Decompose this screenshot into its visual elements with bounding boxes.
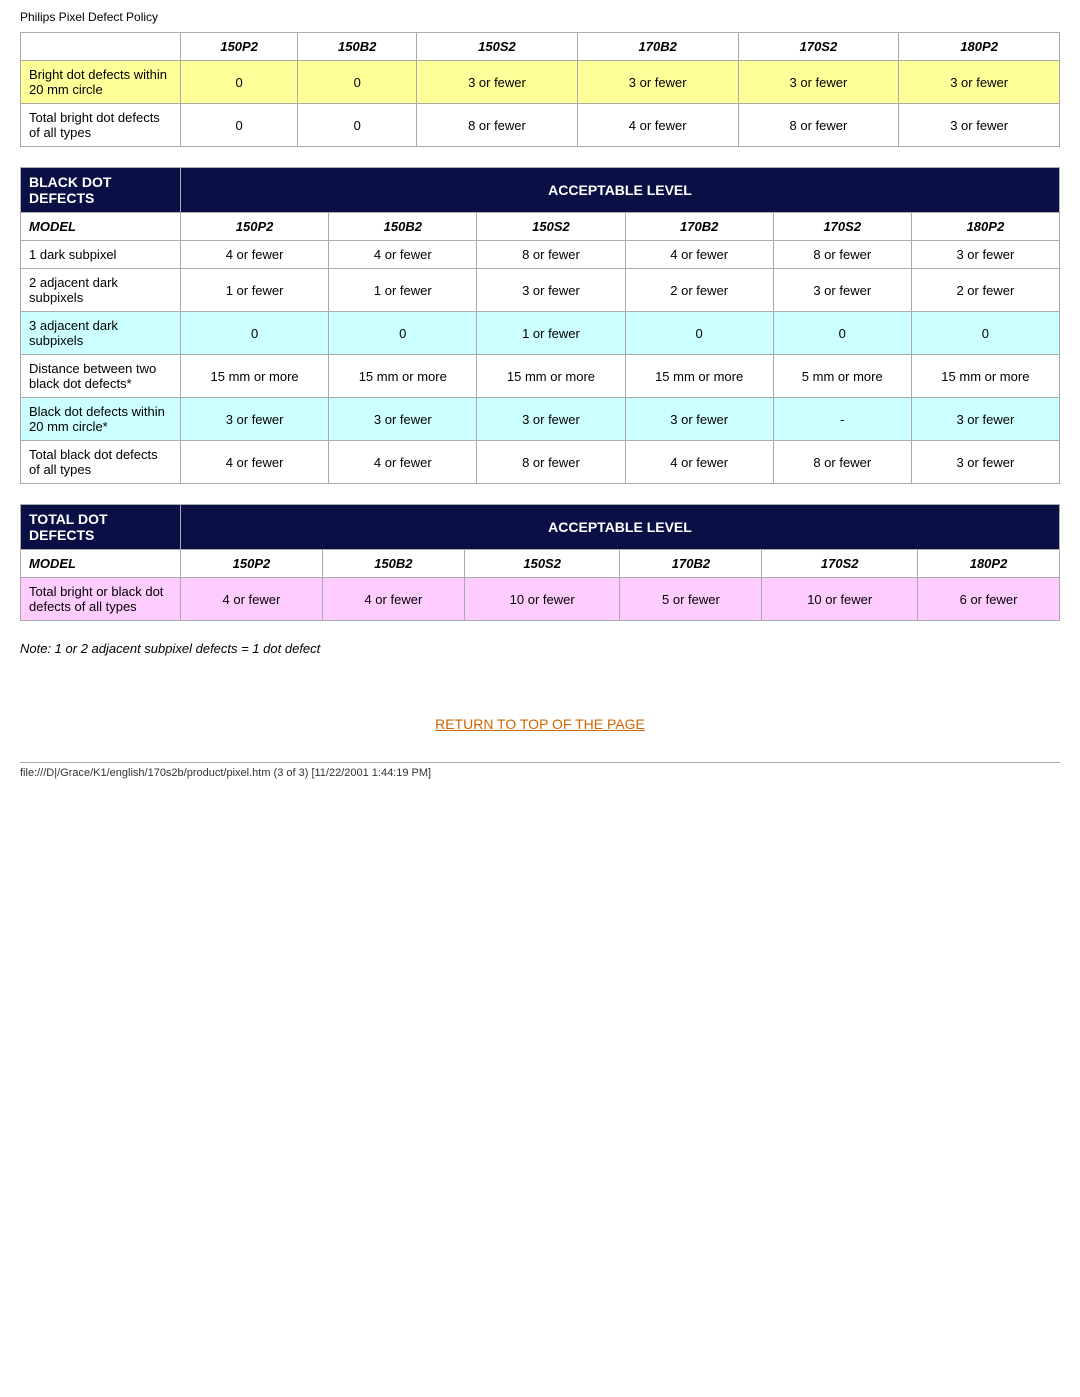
black-dot-acceptable-header: ACCEPTABLE LEVEL bbox=[181, 168, 1060, 213]
footer: file:///D|/Grace/K1/english/170s2b/produ… bbox=[20, 762, 1060, 779]
note: Note: 1 or 2 adjacent subpixel defects =… bbox=[20, 641, 1060, 656]
total-dot-table: TOTAL DOT DEFECTSACCEPTABLE LEVELMODEL15… bbox=[20, 504, 1060, 621]
page-title: Philips Pixel Defect Policy bbox=[20, 10, 1060, 24]
total-dot-acceptable-header: ACCEPTABLE LEVEL bbox=[181, 505, 1060, 550]
bright-dot-table: 150P2150B2150S2170B2170S2180P2Bright dot… bbox=[20, 32, 1060, 147]
return-to-top-link[interactable]: RETURN TO TOP OF THE PAGE bbox=[435, 716, 645, 732]
return-link-container: RETURN TO TOP OF THE PAGE bbox=[20, 716, 1060, 732]
total-dot-header: TOTAL DOT DEFECTS bbox=[21, 505, 181, 550]
black-dot-header: BLACK DOT DEFECTS bbox=[21, 168, 181, 213]
black-dot-table: BLACK DOT DEFECTSACCEPTABLE LEVELMODEL15… bbox=[20, 167, 1060, 484]
